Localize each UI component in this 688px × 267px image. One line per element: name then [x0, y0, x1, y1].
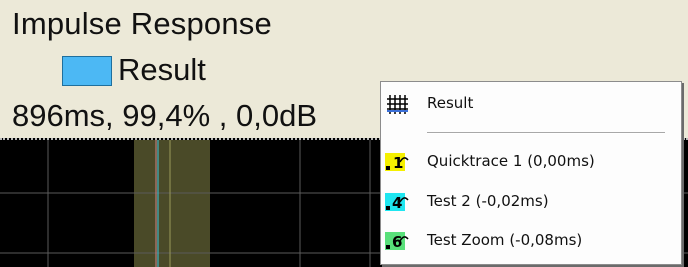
- trace-6-icon: 6: [385, 232, 409, 251]
- menu-item-label: Test 2 (-0,02ms): [427, 192, 549, 210]
- trace-4-icon: 4: [385, 193, 409, 212]
- menu-item-test-2[interactable]: 4 Test 2 (-0,02ms): [381, 186, 681, 218]
- menu-item-test-zoom[interactable]: 6 Test Zoom (-0,08ms): [381, 225, 681, 257]
- trace-1-icon: 1: [385, 153, 409, 172]
- menu-separator: [427, 132, 665, 134]
- graph-title: Impulse Response: [12, 6, 272, 41]
- menu-item-label: Result: [427, 94, 474, 112]
- cursor-readout: 896ms, 99,4% , 0,0dB: [12, 98, 318, 133]
- time-window-highlight: [134, 140, 210, 267]
- menu-item-result[interactable]: Result: [381, 88, 681, 120]
- legend-label: Result: [118, 52, 206, 87]
- svg-text:6: 6: [392, 233, 402, 251]
- legend-swatch: [62, 56, 112, 86]
- trace-context-menu: Result 1 Quicktrace 1 (0,00ms) 4 Test 2 …: [380, 81, 682, 265]
- grid-icon: [387, 95, 408, 114]
- svg-text:1: 1: [393, 154, 403, 172]
- menu-item-quicktrace-1[interactable]: 1 Quicktrace 1 (0,00ms): [381, 146, 681, 178]
- menu-item-label: Test Zoom (-0,08ms): [427, 231, 583, 249]
- svg-text:4: 4: [392, 194, 402, 212]
- menu-item-label: Quicktrace 1 (0,00ms): [427, 152, 595, 170]
